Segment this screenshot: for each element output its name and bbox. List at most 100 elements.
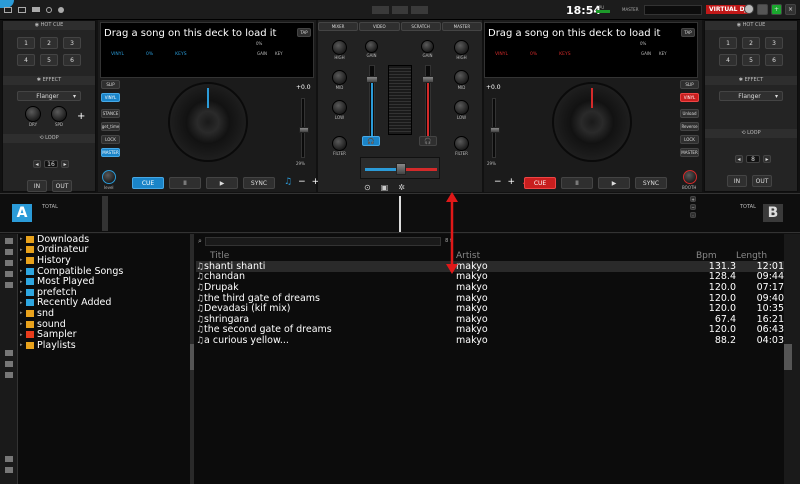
- right-mid-knob[interactable]: [454, 70, 469, 85]
- hot-cue-4-button[interactable]: 4: [17, 54, 35, 66]
- loop-out-button[interactable]: OUT: [52, 180, 72, 192]
- left-high-knob[interactable]: [332, 40, 347, 55]
- right-filter-knob[interactable]: [454, 136, 469, 151]
- table-row[interactable]: ♫the second gate of dreams makyo 120.0 06:4…: [196, 324, 784, 335]
- table-row[interactable]: ♫the third gate of dreams makyo 120.0 09:40: [196, 293, 784, 304]
- header-title[interactable]: Title: [196, 251, 456, 261]
- deck-a-jogwheel[interactable]: [168, 82, 248, 162]
- right-high-knob[interactable]: [454, 40, 469, 55]
- loop-b-up-button[interactable]: ▸: [763, 155, 771, 163]
- settings-icon[interactable]: [46, 7, 52, 13]
- deck-b-play-button[interactable]: ▶: [598, 177, 630, 189]
- table-row[interactable]: ♫Drupak makyo 120.0 07:17: [196, 282, 784, 293]
- deck-a-level-knob[interactable]: [102, 170, 116, 184]
- effect-select[interactable]: Flanger ▾: [17, 91, 81, 101]
- add-effect-icon[interactable]: +: [77, 111, 85, 122]
- deck-a-cue-button[interactable]: CUE: [132, 177, 164, 189]
- window-icon[interactable]: [4, 7, 12, 13]
- karaoke-view-icon[interactable]: [5, 372, 13, 378]
- deck-b-cue-button[interactable]: CUE: [524, 177, 556, 189]
- expand-icon[interactable]: ▸: [20, 332, 24, 338]
- folder-item[interactable]: ▸ Recently Added: [20, 297, 190, 308]
- expand-icon[interactable]: ▸: [20, 257, 24, 263]
- left-filter-knob[interactable]: [332, 136, 347, 151]
- folder-item[interactable]: ▸ Most Played: [20, 276, 190, 287]
- deck-a-keylock-icon[interactable]: ♫: [284, 177, 292, 187]
- hot-cue-1-button[interactable]: 1: [17, 37, 35, 49]
- keyboard-icon[interactable]: [32, 7, 40, 12]
- loop-in-button[interactable]: IN: [27, 180, 47, 192]
- gear-icon[interactable]: ✲: [398, 183, 405, 192]
- font-size-up-icon[interactable]: [5, 456, 13, 462]
- hot-cue-b-2-button[interactable]: 2: [742, 37, 760, 49]
- loop-b-out-button[interactable]: OUT: [752, 175, 772, 187]
- maximize-button[interactable]: +: [771, 4, 782, 15]
- add-tool-icon[interactable]: [5, 271, 13, 277]
- loop-b-in-button[interactable]: IN: [727, 175, 747, 187]
- tab-scratch[interactable]: SCRATCH: [400, 22, 441, 31]
- deck-b-booth-knob[interactable]: [683, 170, 697, 184]
- deck-b-tap-button[interactable]: TAP: [681, 28, 695, 37]
- tab-mixer[interactable]: MIXER: [318, 22, 359, 31]
- waveform-zoom-out-button[interactable]: −: [690, 204, 696, 210]
- right-volume-fader[interactable]: [422, 65, 434, 145]
- folder-tool-icon[interactable]: [5, 238, 13, 244]
- effect-dry-knob[interactable]: [25, 106, 41, 122]
- deck-a-master-button[interactable]: MASTER: [101, 148, 120, 157]
- deck-b-header[interactable]: Drag a song on this deck to load it TAP …: [484, 22, 698, 78]
- deck-a-slip-button[interactable]: SLIP: [101, 80, 120, 89]
- folder-item[interactable]: ▸ History: [20, 255, 190, 266]
- expand-icon[interactable]: ▸: [20, 247, 24, 253]
- left-low-knob[interactable]: [332, 100, 347, 115]
- video-view-icon[interactable]: [5, 361, 13, 367]
- deck-b-pitch-up-button[interactable]: +: [508, 177, 516, 187]
- header-artist[interactable]: Artist: [456, 251, 696, 261]
- left-volume-fader[interactable]: [366, 65, 378, 145]
- table-row[interactable]: ♫a curious yellow... makyo 88.2 04:03: [196, 335, 784, 346]
- left-gain-knob[interactable]: [365, 40, 378, 53]
- effect-select-b[interactable]: Flanger ▾: [719, 91, 783, 101]
- table-row[interactable]: ♫shringara makyo 67.4 16:21: [196, 314, 784, 325]
- folder-item[interactable]: ▸ snd: [20, 308, 190, 319]
- close-button[interactable]: ×: [785, 4, 796, 15]
- deck-b-pitch-down-button[interactable]: −: [494, 177, 502, 187]
- header-length[interactable]: Length: [736, 251, 784, 261]
- deck-a-vinyl-button[interactable]: VINYL: [101, 93, 120, 102]
- left-headphone-button[interactable]: 🎧: [362, 136, 380, 146]
- deck-a-header[interactable]: Drag a song on this deck to load it TAP …: [100, 22, 314, 78]
- deck-a-tap-button[interactable]: TAP: [297, 28, 311, 37]
- folder-tree-splitter[interactable]: [190, 234, 194, 484]
- deck-b-sync-button[interactable]: SYNC: [635, 177, 667, 189]
- deck-b-vinyl-button[interactable]: VINYL: [680, 93, 699, 102]
- deck-a-play-button[interactable]: ▶: [206, 177, 238, 189]
- hot-cue-b-6-button[interactable]: 6: [765, 54, 783, 66]
- hot-cue-b-5-button[interactable]: 5: [742, 54, 760, 66]
- hot-cue-2-button[interactable]: 2: [40, 37, 58, 49]
- folder-item[interactable]: ▸ prefetch: [20, 287, 190, 298]
- hot-cue-b-1-button[interactable]: 1: [719, 37, 737, 49]
- left-mid-knob[interactable]: [332, 70, 347, 85]
- folder-item[interactable]: ▸ sound: [20, 319, 190, 330]
- loop-up-button[interactable]: ▸: [61, 160, 69, 168]
- deck-b-pitch-slider[interactable]: [490, 98, 500, 158]
- expand-icon[interactable]: ▸: [20, 310, 24, 316]
- table-row[interactable]: ♫shanti shanti makyo 131.3 12:01: [196, 261, 784, 272]
- table-row[interactable]: ♫chandan makyo 128.4 09:44: [196, 271, 784, 282]
- folder-item[interactable]: ▸ Compatible Songs: [20, 266, 190, 277]
- hot-cue-b-4-button[interactable]: 4: [719, 54, 737, 66]
- folder-item[interactable]: ▸ Sampler: [20, 329, 190, 340]
- record-icon[interactable]: [58, 7, 64, 13]
- deck-a-pitch-slider[interactable]: [299, 98, 309, 158]
- config-button[interactable]: [744, 4, 754, 14]
- tab-video[interactable]: VIDEO: [359, 22, 400, 31]
- deck-b-pause-button[interactable]: II: [561, 177, 593, 189]
- hot-cue-5-button[interactable]: 5: [40, 54, 58, 66]
- deck-a-stance-button[interactable]: STANCE: [101, 109, 120, 118]
- deck-b-slip-button[interactable]: SLIP: [680, 80, 699, 89]
- loop-b-down-button[interactable]: ◂: [735, 155, 743, 163]
- deck-b-unload-button[interactable]: Unload: [680, 109, 699, 118]
- deck-b-jogwheel[interactable]: [552, 82, 632, 162]
- music-view-icon[interactable]: [5, 350, 13, 356]
- search-input[interactable]: [204, 236, 442, 246]
- right-headphone-button[interactable]: 🎧: [419, 136, 437, 146]
